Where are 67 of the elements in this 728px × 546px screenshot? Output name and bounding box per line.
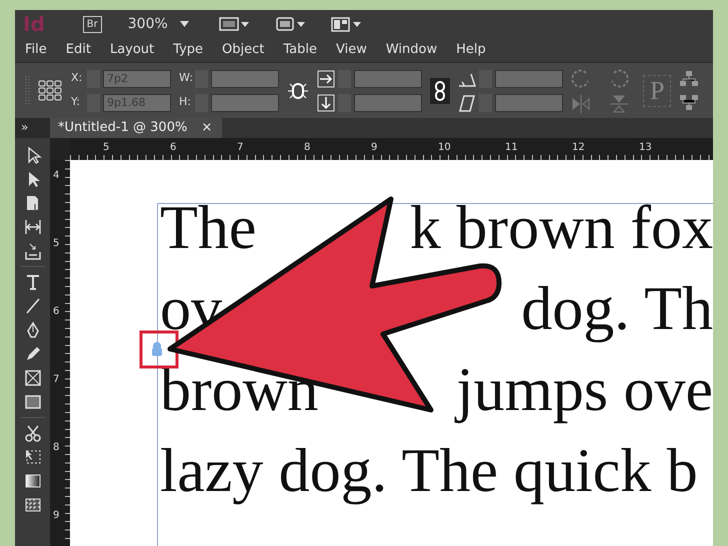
free-transform-tool-icon[interactable]	[24, 448, 42, 466]
ruler-number: 9	[53, 509, 60, 523]
field-label: W:	[179, 70, 192, 86]
screen-mode-icon[interactable]	[274, 15, 305, 33]
ruler-number: 10	[438, 141, 451, 155]
view-options-icon[interactable]	[218, 15, 249, 33]
ruler-number: 11	[505, 141, 518, 155]
reference-point-icon[interactable]	[38, 80, 63, 102]
menu-item[interactable]: Object	[222, 40, 264, 60]
menu-item[interactable]: Help	[456, 40, 486, 60]
text-line: lazy dog. The quick b	[160, 436, 698, 507]
ruler-number: 5	[103, 141, 110, 155]
gap-tool-icon[interactable]	[24, 218, 42, 236]
zoom-level[interactable]: 300%	[128, 14, 168, 34]
menu-item[interactable]: Window	[386, 40, 438, 60]
menu-item[interactable]: Edit	[66, 40, 91, 60]
ruler-number: 9	[371, 141, 378, 155]
tab-title: *Untitled-1 @ 300%	[58, 119, 188, 138]
dropdown-field[interactable]	[354, 94, 422, 112]
text-line: jumps ove	[456, 355, 713, 426]
ruler-number: 12	[572, 141, 585, 155]
distribute-icon[interactable]	[679, 94, 700, 112]
document-tab[interactable]: *Untitled-1 @ 300% ×	[50, 118, 222, 138]
close-button[interactable]: ×	[201, 118, 212, 138]
ruler-number: 8	[53, 441, 60, 455]
ruler-number: 5	[53, 237, 60, 251]
chain-link-icon[interactable]	[430, 78, 450, 104]
bridge-button[interactable]: Br	[82, 16, 102, 32]
scale-height-icon	[317, 94, 335, 112]
menu-item[interactable]: Layout	[110, 40, 154, 60]
scissors-tool-icon[interactable]	[24, 424, 42, 442]
menu-item[interactable]: Table	[283, 40, 317, 60]
input-field[interactable]	[211, 94, 279, 112]
layout-icon[interactable]	[330, 15, 361, 33]
line-tool-icon[interactable]	[24, 297, 42, 315]
dropdown-field[interactable]	[495, 70, 563, 88]
input-field[interactable]	[211, 70, 279, 88]
dropdown-field[interactable]	[495, 94, 563, 112]
scale-width-icon	[317, 70, 335, 88]
rectangle-tool-icon[interactable]	[24, 393, 42, 411]
ruler-number: 13	[639, 141, 652, 155]
ruler-number: 8	[304, 141, 310, 155]
ruler-number: 4	[53, 169, 60, 183]
text-line: brown	[160, 355, 318, 426]
content-collector-icon[interactable]	[24, 242, 42, 260]
text-line: dog. Th	[521, 274, 713, 345]
grip-icon[interactable]	[25, 76, 30, 106]
distribute-icon[interactable]	[679, 70, 700, 88]
field-label: H:	[179, 94, 192, 110]
ruler-number: 6	[170, 141, 176, 155]
field-label: X:	[71, 70, 84, 86]
panel-toggle[interactable]: »	[15, 118, 50, 138]
field-label: Y:	[71, 94, 81, 110]
app-logo: Id	[23, 11, 45, 38]
ruler-number: 7	[53, 373, 60, 387]
dropdown-field[interactable]	[354, 70, 422, 88]
frame-tool-icon[interactable]	[24, 369, 42, 387]
gradient-feather-tool-icon[interactable]	[24, 496, 42, 514]
caret-icon[interactable]	[180, 21, 189, 27]
highlight-frame	[140, 330, 178, 368]
menu-item[interactable]: Type	[173, 40, 204, 60]
ruler-number: 6	[53, 305, 60, 319]
gradient-tool-icon[interactable]	[24, 472, 42, 490]
ruler-number: 7	[237, 141, 244, 155]
menu-item[interactable]: File	[25, 40, 47, 60]
menu-item[interactable]: View	[336, 40, 367, 60]
shear-icon	[458, 94, 476, 112]
